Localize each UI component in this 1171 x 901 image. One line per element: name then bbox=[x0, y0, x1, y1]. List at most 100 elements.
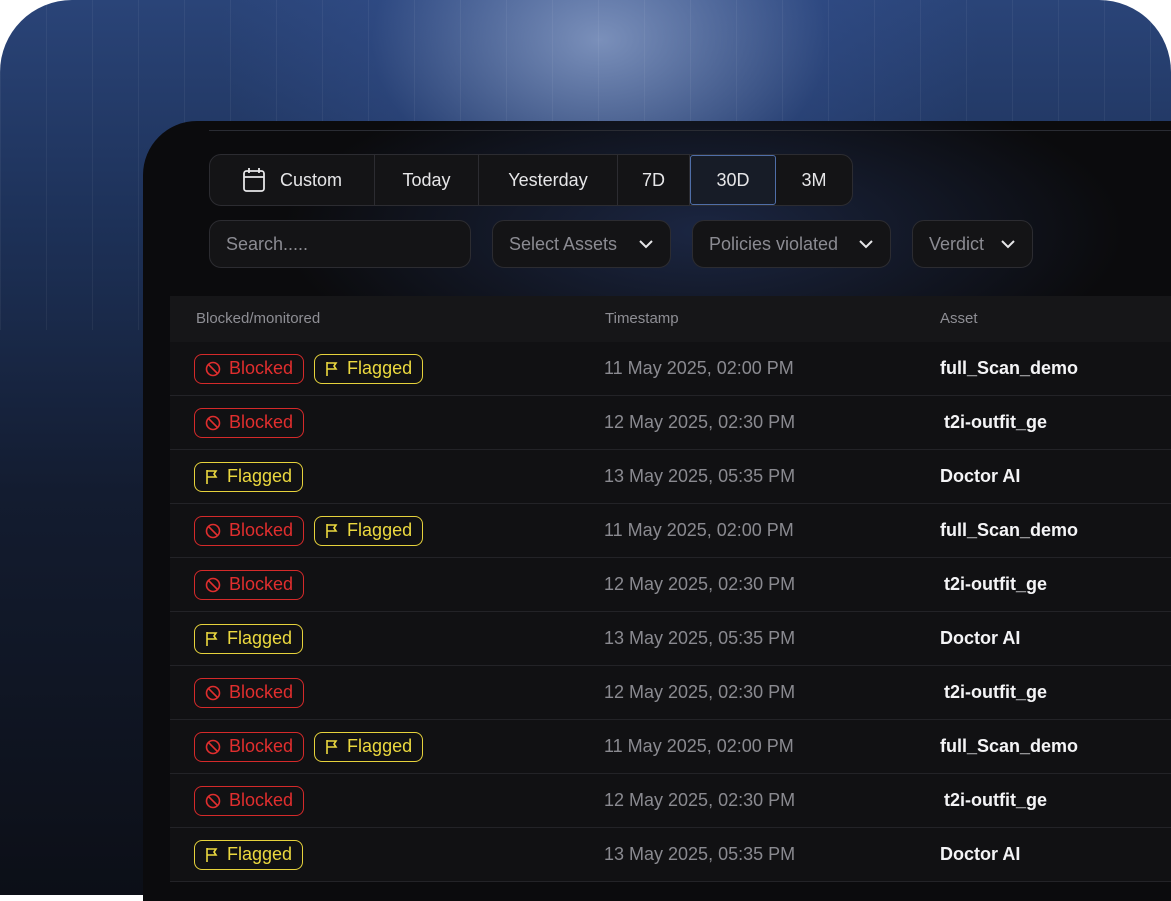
flagged-label: Flagged bbox=[227, 844, 293, 864]
flagged-badge: Flagged bbox=[314, 353, 424, 384]
timestamp-cell: 13 May 2025, 05:35 PM bbox=[604, 628, 796, 648]
status-cell: Flagged bbox=[194, 450, 313, 503]
blocked-badge: Blocked bbox=[194, 785, 305, 816]
status-cell: Blocked Flagged bbox=[194, 720, 433, 773]
blocked-label: Blocked bbox=[229, 790, 294, 810]
status-cell: Blocked bbox=[194, 774, 314, 827]
table-row[interactable]: Blocked 12 May 2025, 02:30 PM t2i-outfit_g… bbox=[170, 396, 1171, 450]
blocked-label: Blocked bbox=[229, 358, 294, 378]
table-row[interactable]: Blocked 12 May 2025, 02:30 PM t2i-outfit_g… bbox=[170, 558, 1171, 612]
range-3m-label: 3M bbox=[801, 169, 827, 190]
status-cell: Flagged bbox=[194, 828, 313, 881]
asset-cell[interactable]: t2i-outfit_ge bbox=[944, 666, 1047, 719]
column-header-status[interactable]: Blocked/monitored bbox=[196, 296, 320, 342]
block-icon bbox=[205, 685, 221, 701]
table-row[interactable]: Flagged 13 May 2025, 05:35 PM Doctor AI bbox=[170, 612, 1171, 666]
range-yesterday-button[interactable]: Yesterday bbox=[479, 155, 618, 205]
table-row[interactable]: Flagged 13 May 2025, 05:35 PM Doctor AI bbox=[170, 450, 1171, 504]
block-icon bbox=[205, 739, 221, 755]
table-row[interactable]: Blocked 12 May 2025, 02:30 PM t2i-outfit_g… bbox=[170, 666, 1171, 720]
asset-cell[interactable]: t2i-outfit_ge bbox=[944, 396, 1047, 449]
top-divider bbox=[209, 130, 1171, 131]
chevron-down-icon bbox=[1000, 239, 1016, 249]
flagged-badge: Flagged bbox=[314, 515, 424, 546]
search-input[interactable]: Search..... bbox=[209, 220, 471, 268]
asset-cell[interactable]: full_Scan_demo bbox=[940, 720, 1078, 773]
flagged-label: Flagged bbox=[227, 628, 293, 648]
table-row[interactable]: Blocked 12 May 2025, 02:30 PM t2i-outfit_g… bbox=[170, 774, 1171, 828]
blocked-badge: Blocked bbox=[194, 677, 305, 708]
asset-cell[interactable]: full_Scan_demo bbox=[940, 504, 1078, 557]
block-icon bbox=[205, 361, 221, 377]
select-assets-label: Select Assets bbox=[509, 233, 618, 254]
date-range-selector: Custom Today Yesterday 7D 30D 3M bbox=[209, 154, 853, 206]
column-header-asset[interactable]: Asset bbox=[940, 296, 978, 342]
range-7d-label: 7D bbox=[641, 169, 665, 190]
flag-icon bbox=[325, 739, 339, 755]
flag-icon bbox=[205, 631, 219, 647]
blocked-badge: Blocked bbox=[194, 731, 305, 762]
timestamp-cell: 12 May 2025, 02:30 PM bbox=[604, 412, 796, 432]
block-icon bbox=[205, 577, 221, 593]
table-row[interactable]: Blocked Flagged 11 May 2025, 02:00 PM full_… bbox=[170, 342, 1171, 396]
timestamp-cell: 12 May 2025, 02:30 PM bbox=[604, 790, 796, 810]
search-placeholder: Search..... bbox=[226, 233, 309, 254]
table-row[interactable]: Blocked Flagged 11 May 2025, 02:00 PM full_… bbox=[170, 504, 1171, 558]
select-assets-dropdown[interactable]: Select Assets bbox=[492, 220, 671, 268]
range-7d-button[interactable]: 7D bbox=[618, 155, 690, 205]
asset-cell[interactable]: t2i-outfit_ge bbox=[944, 774, 1047, 827]
flag-icon bbox=[325, 361, 339, 377]
flagged-label: Flagged bbox=[347, 358, 413, 378]
timestamp-cell: 11 May 2025, 02:00 PM bbox=[604, 520, 794, 540]
status-cell: Blocked Flagged bbox=[194, 504, 433, 557]
flag-icon bbox=[325, 523, 339, 539]
status-cell: Blocked bbox=[194, 558, 314, 611]
range-30d-label: 30D bbox=[716, 169, 750, 190]
verdict-label: Verdict bbox=[929, 233, 985, 254]
asset-cell[interactable]: t2i-outfit_ge bbox=[944, 558, 1047, 611]
chevron-down-icon bbox=[858, 239, 874, 249]
blocked-badge: Blocked bbox=[194, 353, 305, 384]
asset-cell[interactable]: Doctor AI bbox=[940, 828, 1020, 881]
status-cell: Blocked bbox=[194, 396, 314, 449]
blocked-label: Blocked bbox=[229, 574, 294, 594]
flagged-label: Flagged bbox=[347, 736, 413, 756]
range-3m-button[interactable]: 3M bbox=[776, 155, 852, 205]
range-today-label: Today bbox=[402, 169, 451, 190]
timestamp-cell: 13 May 2025, 05:35 PM bbox=[604, 844, 796, 864]
blocked-badge: Blocked bbox=[194, 569, 305, 600]
table-row[interactable]: Flagged 13 May 2025, 05:35 PM Doctor AI bbox=[170, 828, 1171, 882]
range-today-button[interactable]: Today bbox=[375, 155, 479, 205]
flag-icon bbox=[205, 847, 219, 863]
status-cell: Flagged bbox=[194, 612, 313, 665]
timestamp-cell: 12 May 2025, 02:30 PM bbox=[604, 574, 796, 594]
asset-cell[interactable]: Doctor AI bbox=[940, 450, 1020, 503]
status-cell: Blocked bbox=[194, 666, 314, 719]
flagged-label: Flagged bbox=[347, 520, 413, 540]
table-header: Blocked/monitored Timestamp Asset bbox=[170, 296, 1171, 342]
timestamp-cell: 13 May 2025, 05:35 PM bbox=[604, 466, 796, 486]
flagged-badge: Flagged bbox=[194, 461, 304, 492]
blocked-label: Blocked bbox=[229, 682, 294, 702]
blocked-badge: Blocked bbox=[194, 515, 305, 546]
asset-cell[interactable]: Doctor AI bbox=[940, 612, 1020, 665]
table-row[interactable]: Blocked Flagged 11 May 2025, 02:00 PM full_… bbox=[170, 720, 1171, 774]
verdict-dropdown[interactable]: Verdict bbox=[912, 220, 1033, 268]
asset-cell[interactable]: full_Scan_demo bbox=[940, 342, 1078, 395]
calendar-icon bbox=[242, 167, 266, 193]
block-icon bbox=[205, 793, 221, 809]
flagged-badge: Flagged bbox=[314, 731, 424, 762]
range-yesterday-label: Yesterday bbox=[508, 169, 588, 190]
blocked-badge: Blocked bbox=[194, 407, 305, 438]
range-30d-button[interactable]: 30D bbox=[690, 155, 776, 205]
chevron-down-icon bbox=[638, 239, 654, 249]
flagged-badge: Flagged bbox=[194, 623, 304, 654]
range-custom-label: Custom bbox=[279, 169, 342, 190]
range-custom-button[interactable]: Custom bbox=[210, 155, 375, 205]
blocked-label: Blocked bbox=[229, 412, 294, 432]
block-icon bbox=[205, 523, 221, 539]
blocked-label: Blocked bbox=[229, 736, 294, 756]
policies-violated-dropdown[interactable]: Policies violated bbox=[692, 220, 891, 268]
column-header-timestamp[interactable]: Timestamp bbox=[605, 296, 679, 342]
flagged-badge: Flagged bbox=[194, 839, 304, 870]
